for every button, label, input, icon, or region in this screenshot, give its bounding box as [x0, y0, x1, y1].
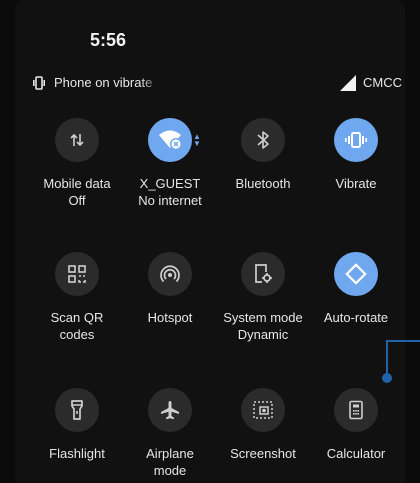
callout-dot [382, 373, 392, 383]
tile-label: Bluetooth [235, 176, 291, 191]
tile-label: Vibrate [335, 176, 377, 191]
vibrate-status-icon [33, 76, 45, 90]
tile-label: X_GUEST [139, 176, 201, 191]
carrier-name: CMCC [363, 75, 402, 90]
tile-label: System mode [223, 310, 303, 325]
tile-sublabel: Off [68, 193, 86, 208]
tile-flashlight[interactable]: Flashlight [27, 388, 127, 462]
flashlight-icon [71, 400, 83, 420]
tile-label: Mobile data [43, 176, 111, 191]
qr-code-icon [68, 265, 86, 283]
tile-sublabel: mode [153, 463, 187, 478]
mobile-data-icon [70, 133, 84, 147]
status-row: Phone on vibrate CMCC [31, 73, 402, 95]
vibrate-icon [345, 132, 367, 148]
calculator-icon [349, 400, 363, 420]
bluetooth-icon [257, 131, 269, 149]
tile-hotspot[interactable]: Hotspot [120, 252, 220, 326]
callout-line [387, 340, 420, 342]
tile-screenshot[interactable]: Screenshot [213, 388, 313, 462]
hotspot-icon [160, 265, 180, 283]
mobile-data-button[interactable] [55, 118, 99, 162]
status-time: 5:56 [90, 30, 127, 50]
scan-qr-button[interactable] [55, 252, 99, 296]
tile-scan-qr[interactable]: Scan QR codes [27, 252, 127, 343]
tile-label: Flashlight [49, 446, 105, 461]
tile-wifi[interactable]: ▲ ▼ X_GUEST No internet [120, 118, 220, 209]
tile-sublabel: codes [59, 327, 95, 342]
tile-label: Scan QR [50, 310, 104, 325]
screenshot-button[interactable] [241, 388, 285, 432]
auto-rotate-icon [345, 263, 367, 285]
airplane-button[interactable] [148, 388, 192, 432]
tile-system-mode[interactable]: System mode Dynamic [213, 252, 313, 343]
tile-vibrate[interactable]: Vibrate [306, 118, 406, 192]
wifi-no-internet-icon [159, 130, 182, 150]
signal-icon [340, 75, 356, 91]
system-mode-button[interactable] [241, 252, 285, 296]
calculator-button[interactable] [334, 388, 378, 432]
auto-rotate-button[interactable] [334, 252, 378, 296]
wifi-button[interactable] [148, 118, 192, 162]
bluetooth-button[interactable] [241, 118, 285, 162]
tile-auto-rotate[interactable]: Auto-rotate [306, 252, 406, 326]
hotspot-button[interactable] [148, 252, 192, 296]
flashlight-button[interactable] [55, 388, 99, 432]
tile-sublabel: Dynamic [237, 327, 289, 342]
tile-bluetooth[interactable]: Bluetooth [213, 118, 313, 192]
tile-mobile-data[interactable]: Mobile data Off [27, 118, 127, 209]
wifi-activity-icon: ▲ ▼ [193, 132, 201, 148]
tile-label: Screenshot [230, 446, 296, 461]
airplane-icon [161, 401, 179, 420]
tile-airplane[interactable]: Airplane mode [120, 388, 220, 479]
screenshot-icon [253, 401, 273, 419]
notification-text: Phone on vibrate [54, 75, 153, 90]
tile-sublabel: No internet [138, 193, 202, 208]
vibrate-button[interactable] [334, 118, 378, 162]
system-mode-icon [255, 264, 272, 283]
tile-calculator[interactable]: Calculator [306, 388, 406, 462]
tile-label: Auto-rotate [323, 310, 389, 325]
tile-label: Hotspot [147, 310, 193, 325]
tile-label: Calculator [326, 446, 386, 461]
tile-label: Airplane [146, 446, 194, 461]
